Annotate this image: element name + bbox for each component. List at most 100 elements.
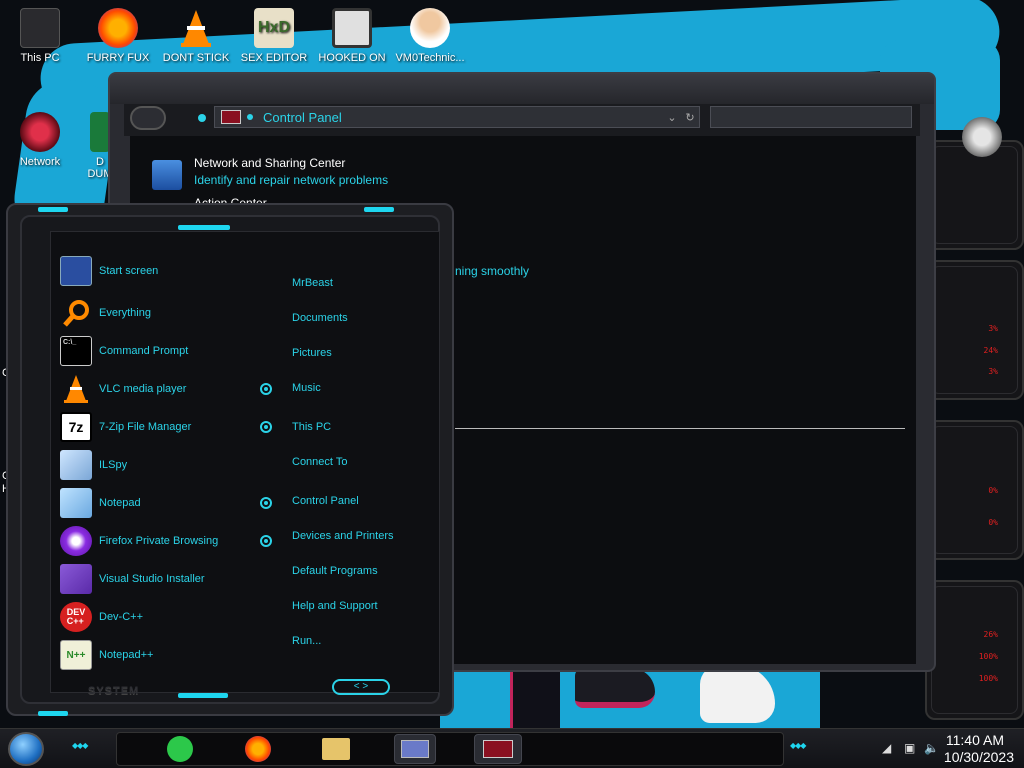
- taskbar-window[interactable]: [474, 734, 522, 764]
- desktop-icon-this-pc[interactable]: This PC: [0, 8, 80, 64]
- desktop-icon-network[interactable]: Network: [0, 112, 80, 168]
- place-link-control-panel[interactable]: Control Panel: [292, 495, 359, 507]
- desktop-icon-label: FURRY FUX: [86, 52, 150, 64]
- taskbar-notes-app[interactable]: [162, 734, 198, 764]
- notes-icon: [167, 736, 193, 762]
- submenu-arrow-icon[interactable]: [260, 421, 272, 433]
- taskbar-control-panel[interactable]: [394, 734, 436, 764]
- place-link-default-programs[interactable]: Default Programs: [292, 565, 378, 577]
- taskbar: ◆◆◆ ◆◆◆ ◢ ▣ 🔈 11:40 AM 10/30/2023: [0, 728, 1024, 768]
- recent-pages-dot[interactable]: [198, 114, 206, 122]
- window-titlebar[interactable]: [110, 74, 934, 104]
- desktop-icon-label: DONT STICK: [162, 52, 230, 64]
- desktop-icon-hooked-on[interactable]: HOOKED ON: [312, 8, 392, 64]
- desktop-icon-dont-stick[interactable]: DONT STICK: [156, 8, 236, 64]
- program-label: Visual Studio Installer: [99, 573, 205, 585]
- cp-item-title[interactable]: Network and Sharing Center: [194, 156, 345, 170]
- program-item[interactable]: VLC media player: [60, 371, 186, 407]
- program-item[interactable]: ILSpy: [60, 447, 127, 483]
- place-link-user[interactable]: MrBeast: [292, 277, 333, 289]
- gadget-readout: 0%: [988, 486, 998, 495]
- place-link-pictures[interactable]: Pictures: [292, 347, 332, 359]
- desktop-icon-label: HOOKED ON: [318, 52, 386, 64]
- system-label: SYSTEM: [88, 685, 140, 697]
- program-item[interactable]: C:\_ Command Prompt: [60, 333, 188, 369]
- submenu-arrow-icon[interactable]: [260, 535, 272, 547]
- program-item[interactable]: Start screen: [60, 253, 158, 289]
- program-item[interactable]: 7z 7-Zip File Manager: [60, 409, 191, 445]
- firefox-private-icon: [60, 526, 92, 556]
- place-link-documents[interactable]: Documents: [292, 312, 348, 324]
- gadget-panel: 3% 24% 3%: [925, 260, 1024, 400]
- computer-icon: [20, 8, 60, 48]
- gadget-readout: 100%: [978, 652, 998, 661]
- breadcrumb-separator-icon: [247, 114, 253, 120]
- start-orb-button[interactable]: [8, 732, 44, 766]
- search-input[interactable]: [710, 106, 912, 128]
- desktop-icon-vm0technic[interactable]: VM0Technic...: [390, 8, 470, 64]
- start-menu[interactable]: Start screen Everything C:\_ Command Pro…: [6, 203, 454, 716]
- program-item[interactable]: N++ Notepad++: [60, 637, 153, 673]
- place-link-this-pc[interactable]: This PC: [292, 421, 331, 433]
- app-icon: [332, 8, 372, 48]
- cp-item-link[interactable]: Identify and repair network problems: [194, 173, 388, 187]
- program-item[interactable]: DEV C++ Dev-C++: [60, 599, 143, 635]
- program-label: Dev-C++: [99, 611, 144, 623]
- program-label: Start screen: [99, 265, 159, 277]
- place-link-devices-printers[interactable]: Devices and Printers: [292, 530, 394, 542]
- program-label: Notepad: [99, 497, 141, 509]
- frame-accent: [38, 711, 68, 716]
- place-link-help-support[interactable]: Help and Support: [292, 600, 378, 612]
- cp-item-link[interactable]: ning smoothly: [455, 264, 529, 278]
- program-label: Command Prompt: [99, 345, 189, 357]
- clock-date[interactable]: 10/30/2023: [944, 749, 1014, 765]
- desktop-icon-label: Network: [19, 156, 61, 168]
- desktop-icon-sex-editor[interactable]: HxD SEX EDITOR: [234, 8, 314, 64]
- program-item[interactable]: Everything: [60, 295, 151, 331]
- firefox-icon: [98, 8, 138, 48]
- frame-accent: [38, 207, 68, 212]
- volume-icon[interactable]: 🔈: [924, 741, 939, 755]
- firefox-icon: [245, 736, 271, 762]
- show-hidden-icons-icon[interactable]: ◢: [882, 741, 891, 755]
- desktop-icon-label: VM0Technic...: [395, 52, 465, 64]
- program-item[interactable]: Visual Studio Installer: [60, 561, 205, 597]
- vlc-cone-icon: [60, 374, 92, 404]
- place-link-run[interactable]: Run...: [292, 635, 321, 647]
- refresh-icon[interactable]: ↻: [681, 111, 699, 124]
- program-label: VLC media player: [99, 383, 187, 395]
- chevron-down-icon[interactable]: ⌄: [663, 111, 681, 124]
- gadget-readout: 3%: [988, 324, 998, 333]
- gadget-readout: 3%: [988, 367, 998, 376]
- doctor-avatar-icon: [410, 8, 450, 48]
- desktop-icon-label: SEX EDITOR: [240, 52, 308, 64]
- taskbar-firefox[interactable]: [240, 734, 276, 764]
- system-monitor-gadgets: 3% 24% 3% 0% 0% 26% 100% 100%: [925, 120, 1024, 720]
- network-status-icon[interactable]: ▣: [904, 741, 915, 755]
- program-item[interactable]: Notepad: [60, 485, 141, 521]
- visual-studio-icon: [60, 564, 92, 594]
- address-bar[interactable]: Control Panel ⌄ ↻: [214, 106, 700, 128]
- place-link-connect-to[interactable]: Connect To: [292, 456, 347, 468]
- devcpp-icon: DEV C++: [60, 602, 92, 632]
- clock-time[interactable]: 11:40 AM: [946, 732, 1004, 748]
- power-options-button[interactable]: < >: [332, 679, 390, 695]
- submenu-arrow-icon[interactable]: [260, 497, 272, 509]
- gadget-readout: 0%: [988, 518, 998, 527]
- program-item[interactable]: Firefox Private Browsing: [60, 523, 218, 559]
- desktop-icon-furry-fux[interactable]: FURRY FUX: [78, 8, 158, 64]
- vlc-cone-icon: [176, 8, 216, 48]
- place-link-music[interactable]: Music: [292, 382, 321, 394]
- taskbar-file-explorer[interactable]: [318, 734, 354, 764]
- desktop-icon-label: This PC: [20, 52, 60, 64]
- gadget-readout: 26%: [983, 630, 998, 639]
- start-screen-icon: [60, 256, 92, 286]
- gadget-readout: 24%: [983, 346, 998, 355]
- system-tray: ◢ ▣ 🔈 11:40 AM 10/30/2023: [864, 729, 1024, 768]
- back-forward-button[interactable]: [130, 106, 166, 130]
- control-panel-icon: [221, 110, 241, 124]
- wallpaper-figure: [510, 668, 560, 728]
- submenu-arrow-icon[interactable]: [260, 383, 272, 395]
- control-panel-icon: [401, 740, 429, 758]
- address-text[interactable]: Control Panel: [263, 110, 663, 125]
